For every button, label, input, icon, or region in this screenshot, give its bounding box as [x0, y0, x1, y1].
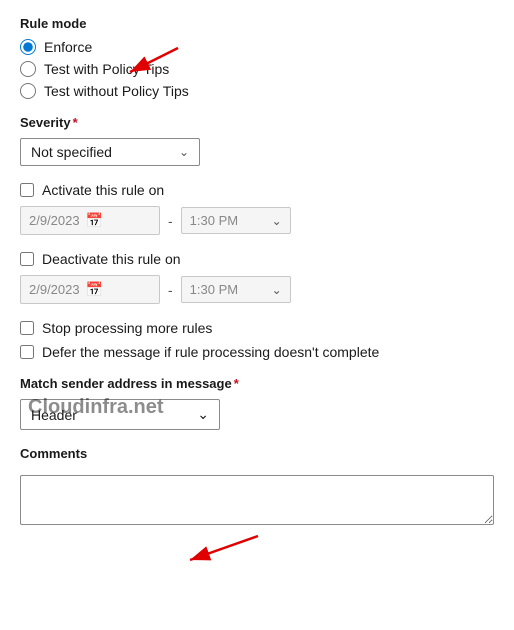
deactivate-dash: -: [168, 282, 173, 298]
comments-label: Comments: [20, 446, 494, 461]
activate-time-chevron-icon: ⌄: [272, 214, 282, 228]
radio-test-with-tips-label: Test with Policy Tips: [44, 61, 169, 77]
match-sender-value: Header: [31, 407, 77, 423]
activate-time-value: 1:30 PM: [190, 213, 238, 228]
severity-chevron-icon: ⌄: [179, 145, 189, 159]
deactivate-checkbox-row: Deactivate this rule on: [20, 251, 494, 267]
radio-test-without-tips-input[interactable]: [20, 83, 36, 99]
match-sender-required: *: [234, 376, 239, 391]
severity-value: Not specified: [31, 144, 112, 160]
stop-processing-checkbox[interactable]: [20, 321, 34, 335]
stop-processing-label: Stop processing more rules: [42, 320, 212, 336]
rule-mode-label: Rule mode: [20, 16, 494, 31]
radio-test-with-tips[interactable]: Test with Policy Tips: [20, 61, 494, 77]
deactivate-calendar-icon: 📅: [86, 281, 103, 298]
deactivate-checkbox[interactable]: [20, 252, 34, 266]
severity-dropdown[interactable]: Not specified ⌄: [20, 138, 200, 166]
activate-dash: -: [168, 213, 173, 229]
activate-rule-section: Activate this rule on 2/9/2023 📅 - 1:30 …: [20, 182, 494, 235]
comments-section: Comments: [20, 446, 494, 528]
radio-test-without-tips[interactable]: Test without Policy Tips: [20, 83, 494, 99]
activate-date-value: 2/9/2023: [29, 213, 80, 228]
match-sender-chevron-icon: ⌄: [197, 406, 209, 423]
defer-message-label: Defer the message if rule processing doe…: [42, 344, 379, 360]
comments-textarea[interactable]: [20, 475, 494, 525]
activate-checkbox[interactable]: [20, 183, 34, 197]
defer-message-row: Defer the message if rule processing doe…: [20, 344, 494, 360]
match-sender-label: Match sender address in message*: [20, 376, 494, 391]
deactivate-time-chevron-icon: ⌄: [272, 283, 282, 297]
severity-label: Severity*: [20, 115, 494, 130]
activate-date-input[interactable]: 2/9/2023 📅: [20, 206, 160, 235]
deactivate-time-value: 1:30 PM: [190, 282, 238, 297]
deactivate-date-value: 2/9/2023: [29, 282, 80, 297]
deactivate-time-input[interactable]: 1:30 PM ⌄: [181, 276, 291, 303]
radio-enforce-label: Enforce: [44, 39, 92, 55]
radio-enforce[interactable]: Enforce: [20, 39, 494, 55]
activate-date-time-row: 2/9/2023 📅 - 1:30 PM ⌄: [20, 206, 494, 235]
activate-time-input[interactable]: 1:30 PM ⌄: [181, 207, 291, 234]
activate-label: Activate this rule on: [42, 182, 164, 198]
severity-section: Severity* Not specified ⌄: [20, 115, 494, 166]
rule-mode-group: Enforce Test with Policy Tips Test witho…: [20, 39, 494, 99]
severity-required: *: [73, 115, 78, 130]
deactivate-rule-section: Deactivate this rule on 2/9/2023 📅 - 1:3…: [20, 251, 494, 304]
stop-processing-row: Stop processing more rules: [20, 320, 494, 336]
radio-test-without-tips-label: Test without Policy Tips: [44, 83, 189, 99]
radio-test-with-tips-input[interactable]: [20, 61, 36, 77]
radio-enforce-input[interactable]: [20, 39, 36, 55]
deactivate-date-time-row: 2/9/2023 📅 - 1:30 PM ⌄: [20, 275, 494, 304]
activate-calendar-icon: 📅: [86, 212, 103, 229]
match-sender-section: Match sender address in message* Header …: [20, 376, 494, 430]
deactivate-date-input[interactable]: 2/9/2023 📅: [20, 275, 160, 304]
activate-checkbox-row: Activate this rule on: [20, 182, 494, 198]
match-sender-dropdown[interactable]: Header ⌄: [20, 399, 220, 430]
deactivate-label: Deactivate this rule on: [42, 251, 181, 267]
defer-message-checkbox[interactable]: [20, 345, 34, 359]
